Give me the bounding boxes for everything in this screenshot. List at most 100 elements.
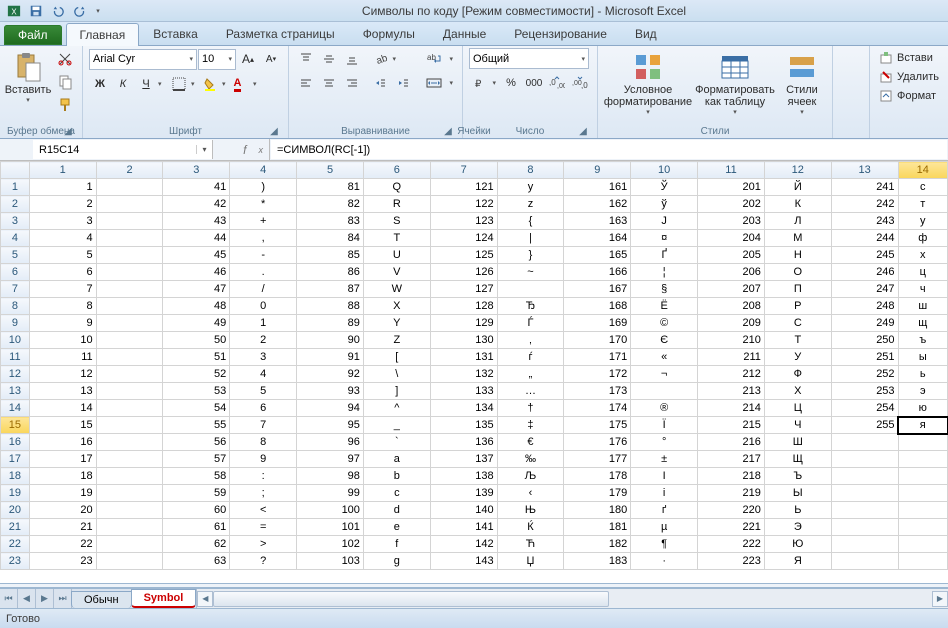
align-left-button[interactable] xyxy=(295,72,317,94)
row-header[interactable]: 8 xyxy=(1,298,30,315)
cell[interactable]: 95 xyxy=(297,417,364,434)
cell[interactable]: W xyxy=(363,281,430,298)
name-box[interactable]: R15C14 ▾ xyxy=(33,140,213,159)
cell[interactable]: 133 xyxy=(430,383,497,400)
cell[interactable]: 18 xyxy=(29,468,96,485)
cell[interactable]: Ћ xyxy=(497,536,564,553)
cell[interactable]: 255 xyxy=(831,417,898,434)
cell[interactable]: 137 xyxy=(430,451,497,468)
row-header[interactable]: 20 xyxy=(1,502,30,519)
cell[interactable]: y xyxy=(497,179,564,196)
cell[interactable]: 176 xyxy=(564,434,631,451)
cell[interactable]: 243 xyxy=(831,213,898,230)
cell[interactable]: 247 xyxy=(831,281,898,298)
format-as-table-button[interactable]: Форматировать как таблицу▾ xyxy=(696,48,774,119)
cell[interactable]: Щ xyxy=(764,451,831,468)
cell[interactable]: 99 xyxy=(297,485,364,502)
column-header[interactable]: 8 xyxy=(497,162,564,179)
tab-formulas[interactable]: Формулы xyxy=(349,22,429,45)
cell[interactable]: 102 xyxy=(297,536,364,553)
cell[interactable]: 23 xyxy=(29,553,96,570)
cell[interactable]: 63 xyxy=(163,553,230,570)
cell[interactable]: 89 xyxy=(297,315,364,332)
row-header[interactable]: 12 xyxy=(1,366,30,383)
cell[interactable]: ° xyxy=(631,434,698,451)
cell-styles-button[interactable]: Стили ячеек▾ xyxy=(778,48,826,119)
cell[interactable]: 9 xyxy=(29,315,96,332)
cell[interactable]: d xyxy=(363,502,430,519)
cell[interactable]: 207 xyxy=(698,281,765,298)
cell[interactable]: 98 xyxy=(297,468,364,485)
cell[interactable]: ф xyxy=(898,230,947,247)
row-header[interactable]: 16 xyxy=(1,434,30,451)
cell[interactable] xyxy=(96,264,163,281)
excel-icon[interactable]: X xyxy=(4,2,24,20)
spreadsheet-grid[interactable]: 1234567891011121314 1141)81Q121y161Ў201Й… xyxy=(0,161,948,583)
cell[interactable]: ¶ xyxy=(631,536,698,553)
cell[interactable]: с xyxy=(898,179,947,196)
cell[interactable]: 7 xyxy=(29,281,96,298)
row-header[interactable]: 3 xyxy=(1,213,30,230)
cell[interactable]: 142 xyxy=(430,536,497,553)
cell[interactable]: Х xyxy=(764,383,831,400)
tab-home[interactable]: Главная xyxy=(66,23,140,46)
cell[interactable]: 50 xyxy=(163,332,230,349)
tab-insert[interactable]: Вставка xyxy=(139,22,212,45)
conditional-formatting-button[interactable]: Условное форматирование▾ xyxy=(604,48,692,119)
cell[interactable]: 219 xyxy=(698,485,765,502)
cell[interactable]: ] xyxy=(363,383,430,400)
decrease-indent-button[interactable] xyxy=(369,72,391,94)
cell[interactable]: + xyxy=(230,213,297,230)
cell[interactable]: 17 xyxy=(29,451,96,468)
cell[interactable]: 202 xyxy=(698,196,765,213)
cell[interactable]: Љ xyxy=(497,468,564,485)
cell[interactable] xyxy=(898,485,947,502)
align-center-button[interactable] xyxy=(318,72,340,94)
cell[interactable]: { xyxy=(497,213,564,230)
borders-button[interactable] xyxy=(168,73,198,95)
cell[interactable]: і xyxy=(631,485,698,502)
scroll-left-icon[interactable]: ◀ xyxy=(197,591,213,607)
cell[interactable]: Џ xyxy=(497,553,564,570)
cell[interactable]: ` xyxy=(363,434,430,451)
bold-button[interactable]: Ж xyxy=(89,73,111,95)
cell[interactable]: Ђ xyxy=(497,298,564,315)
cell[interactable]: 97 xyxy=(297,451,364,468)
cell[interactable]: 8 xyxy=(29,298,96,315)
cell[interactable]: 59 xyxy=(163,485,230,502)
cell[interactable]: 49 xyxy=(163,315,230,332)
cell[interactable]: 208 xyxy=(698,298,765,315)
cell[interactable]: * xyxy=(230,196,297,213)
cell[interactable]: , xyxy=(230,230,297,247)
cell[interactable]: S xyxy=(363,213,430,230)
cell[interactable]: 171 xyxy=(564,349,631,366)
cell[interactable]: 246 xyxy=(831,264,898,281)
cell[interactable]: 181 xyxy=(564,519,631,536)
sheet-tab-1[interactable]: Обычн xyxy=(71,591,132,608)
column-header[interactable]: 3 xyxy=(163,162,230,179)
insert-cells-button[interactable]: Встави xyxy=(875,49,943,67)
cell[interactable]: . xyxy=(230,264,297,281)
cell[interactable]: 177 xyxy=(564,451,631,468)
cell[interactable]: 20 xyxy=(29,502,96,519)
cell[interactable]: g xyxy=(363,553,430,570)
cell[interactable]: 172 xyxy=(564,366,631,383)
cell[interactable]: 56 xyxy=(163,434,230,451)
cell[interactable]: ‹ xyxy=(497,485,564,502)
row-header[interactable]: 22 xyxy=(1,536,30,553)
cell[interactable]: 143 xyxy=(430,553,497,570)
cell[interactable] xyxy=(96,298,163,315)
cell[interactable]: 3 xyxy=(230,349,297,366)
cell[interactable] xyxy=(831,468,898,485)
cell[interactable]: 130 xyxy=(430,332,497,349)
cell[interactable]: ѓ xyxy=(497,349,564,366)
cell[interactable]: 2 xyxy=(230,332,297,349)
paste-button[interactable]: Вставить ▾ xyxy=(6,48,50,107)
cell[interactable]: 244 xyxy=(831,230,898,247)
cell[interactable]: 126 xyxy=(430,264,497,281)
cell[interactable] xyxy=(831,502,898,519)
cell[interactable]: f xyxy=(363,536,430,553)
cell[interactable]: У xyxy=(764,349,831,366)
cell[interactable]: ґ xyxy=(631,502,698,519)
cell[interactable]: 54 xyxy=(163,400,230,417)
